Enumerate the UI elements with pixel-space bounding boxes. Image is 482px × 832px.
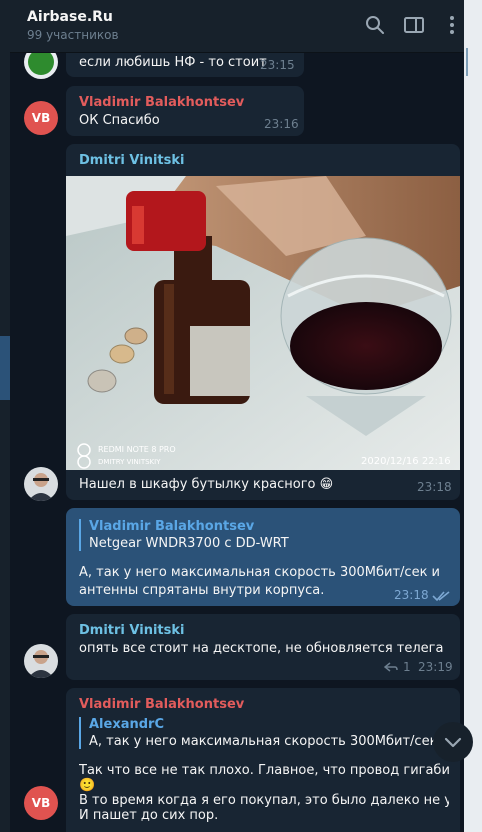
message-time: 23:15 <box>260 58 295 72</box>
chat-header[interactable]: Airbase.Ru 99 участников <box>10 0 464 53</box>
message-bubble[interactable]: Vladimir Balakhontsev AlexandrC А, так у… <box>66 688 460 832</box>
left-panel-strip <box>0 0 10 832</box>
more-icon[interactable] <box>441 14 463 36</box>
message-bubble[interactable]: Dmitri Vinitski опять все стоит на дескт… <box>66 614 460 680</box>
message-bubble[interactable]: Vladimir Balakhontsev Netgear WNDR3700 с… <box>66 508 460 606</box>
message-text-line: В то время когда я его покупал, это было… <box>79 793 449 808</box>
message-bubble[interactable]: Dmitri Vinitski REDMI NOTE 8 PRO DMITRY … <box>66 144 460 500</box>
avatar[interactable]: VB <box>24 101 58 135</box>
search-icon[interactable] <box>364 14 386 36</box>
chat-title[interactable]: Airbase.Ru <box>27 9 113 25</box>
photo-attachment[interactable]: REDMI NOTE 8 PRO DMITRY VINITSKIY 2020/1… <box>66 176 460 470</box>
scroll-down-button[interactable] <box>433 722 473 762</box>
quote-author: AlexandrC <box>89 717 165 732</box>
avatar[interactable]: VB <box>24 786 58 820</box>
right-panel-indicator <box>466 48 468 76</box>
user-photo-icon <box>24 644 58 678</box>
message-author[interactable]: Vladimir Balakhontsev <box>79 697 244 712</box>
avatar[interactable] <box>24 53 58 79</box>
message-text: Нашел в шкафу бутылку красного 😁 <box>79 477 334 492</box>
message-text: опять все стоит на десктопе, не обновляе… <box>79 641 444 656</box>
message-author[interactable]: Vladimir Balakhontsev <box>79 95 244 110</box>
chat-member-count: 99 участников <box>27 28 119 42</box>
quote-text: Netgear WNDR3700 с DD-WRT <box>89 536 289 551</box>
photo-date-stamp: 2020/12/16 22:16 <box>361 456 451 467</box>
avatar[interactable] <box>24 467 58 501</box>
message-text-wrap: Так что все не так плохо. Главное, что п… <box>79 763 449 823</box>
message-text: ОК Спасибо <box>79 113 160 128</box>
reply-count[interactable]: 1 <box>403 660 411 674</box>
message-text-line: Так что все не так плохо. Главное, что п… <box>79 763 449 778</box>
reply-quote[interactable]: Vladimir Balakhontsev Netgear WNDR3700 с… <box>79 519 289 551</box>
photo-watermark-author: DMITRY VINITSKIY <box>98 458 161 466</box>
chevron-down-icon <box>444 737 462 748</box>
message-text-line: И пашет до сих пор. <box>79 808 219 823</box>
message-text-line: 🙂 <box>79 778 96 793</box>
quote-author: Vladimir Balakhontsev <box>89 519 255 534</box>
message-list[interactable]: если любишь НФ - то стоит 23:15 VB Vladi… <box>10 53 464 832</box>
avatar[interactable] <box>24 644 58 678</box>
message-bubble[interactable]: если любишь НФ - то стоит 23:15 <box>66 53 304 77</box>
quote-text: А, так у него максимальная скорость 300М… <box>89 734 459 749</box>
message-author[interactable]: Dmitri Vinitski <box>79 623 184 638</box>
message-text-line: антенны спрятаны внутри корпуса. <box>79 583 325 598</box>
message-time: 23:18 <box>417 480 452 494</box>
message-bubble[interactable]: Vladimir Balakhontsev ОК Спасибо 23:16 <box>66 86 304 136</box>
left-panel-indicator <box>0 336 10 400</box>
right-panel-strip <box>464 0 482 832</box>
message-text: если любишь НФ - то стоит <box>79 55 267 70</box>
message-author[interactable]: Dmitri Vinitski <box>79 153 184 168</box>
message-time: 23:16 <box>264 117 299 131</box>
avatar-green-icon <box>28 53 54 75</box>
user-photo-icon <box>24 467 58 501</box>
photo-watermark-device: REDMI NOTE 8 PRO <box>98 445 176 454</box>
sidebar-toggle-icon[interactable] <box>403 14 425 36</box>
reply-arrow-icon[interactable] <box>384 661 398 673</box>
message-time: 23:19 <box>418 660 453 674</box>
message-text-line: А, так у него максимальная скорость 300М… <box>79 565 441 580</box>
message-time: 23:18 <box>394 588 429 602</box>
double-check-icon <box>432 591 450 602</box>
reply-quote[interactable]: AlexandrC А, так у него максимальная ско… <box>79 717 459 749</box>
